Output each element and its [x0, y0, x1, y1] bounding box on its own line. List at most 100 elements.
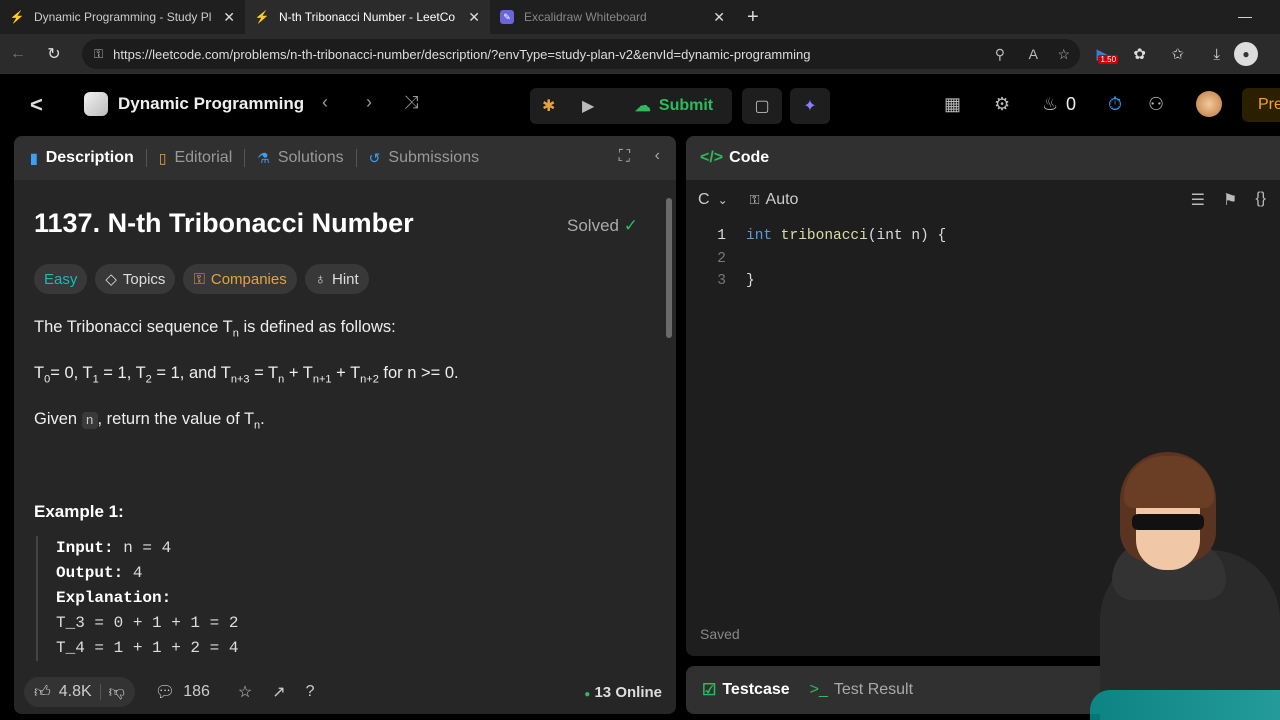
mode-label[interactable]: Auto: [766, 191, 799, 209]
streamer-avatar: [1080, 450, 1280, 720]
def-text: for n >= 0.: [378, 364, 459, 382]
collapse-panel-icon[interactable]: ‹: [655, 147, 660, 165]
browser-tab-active[interactable]: ⚡ N-th Tribonacci Number - LeetCo ✕: [245, 0, 490, 34]
def-text: +: [331, 364, 351, 382]
line-number: 3: [717, 273, 726, 289]
code-editor[interactable]: 1 int tribonacci(int n) { 2 3 }: [686, 228, 1280, 296]
profile-icon[interactable]: ●: [1234, 42, 1258, 66]
study-plan-title[interactable]: Dynamic Programming: [118, 94, 304, 114]
share-icon[interactable]: ↗: [272, 682, 285, 702]
notes-button[interactable]: ▢: [742, 88, 782, 124]
tab-description[interactable]: ▮ Description: [30, 149, 134, 167]
terminal-icon: >_: [809, 681, 828, 698]
tab-label: Test Result: [833, 681, 914, 698]
difficulty-label: Easy: [44, 270, 78, 288]
add-friend-icon[interactable]: ⚇: [1148, 94, 1164, 115]
hint-chip[interactable]: ♁ Hint: [304, 264, 369, 294]
like-dislike-group: 👍︎ 4.8K 👎︎: [24, 677, 135, 707]
like-divider: [99, 684, 101, 700]
timer-icon[interactable]: ⏱: [1108, 94, 1122, 115]
tab-solutions[interactable]: ⚗ Solutions: [257, 149, 343, 167]
user-avatar[interactable]: [1196, 91, 1222, 117]
leetcode-favicon-icon: ⚡: [9, 10, 25, 24]
ai-assist-button[interactable]: ✦: [790, 88, 830, 124]
favorite-star-icon[interactable]: ☆: [1057, 46, 1070, 63]
comment-count: 186: [183, 683, 210, 700]
description-scrollbar[interactable]: [666, 198, 672, 338]
output-label: Output:: [56, 564, 124, 582]
site-info-icon[interactable]: ⚿: [94, 47, 103, 62]
language-select[interactable]: C: [698, 191, 710, 209]
input-value: n = 4: [113, 539, 172, 557]
intro-text: The Tribonacci sequence T: [34, 318, 233, 336]
tab-submissions[interactable]: ↺ Submissions: [369, 149, 479, 167]
reload-icon[interactable]: ↻: [36, 44, 72, 64]
close-tab-icon[interactable]: ✕: [223, 9, 235, 26]
companies-chip[interactable]: ⚿ Companies: [183, 264, 297, 294]
tab-label: Submissions: [388, 149, 480, 166]
example-explanation-line: Explanation:: [56, 586, 238, 611]
thumbs-down-icon[interactable]: 👎︎: [109, 683, 125, 702]
keyword: int: [746, 228, 773, 244]
online-count: ● 13 Online: [584, 684, 662, 701]
streak-fire-icon[interactable]: ♨: [1042, 94, 1058, 115]
difficulty-badge: Easy: [34, 264, 88, 294]
thumbs-up-icon[interactable]: 👍︎: [34, 683, 51, 702]
minimize-icon[interactable]: —: [1238, 8, 1252, 24]
comments-button[interactable]: 💬︎ 186: [155, 682, 210, 702]
braces-icon[interactable]: {}: [1255, 190, 1266, 210]
tab-divider: [145, 149, 147, 167]
def-term: T: [220, 364, 231, 382]
bookmark-icon[interactable]: ⚑: [1223, 190, 1237, 210]
help-icon[interactable]: ?: [306, 683, 315, 701]
lightbulb-icon: ♁: [314, 270, 326, 288]
address-bar-row: ← ↻ ⚿ https://leetcode.com/problems/n-th…: [0, 34, 1280, 74]
chevron-down-icon[interactable]: ⌄: [718, 193, 728, 207]
tab-test-result[interactable]: >_ Test Result: [810, 681, 913, 699]
expand-icon[interactable]: ⛶: [619, 148, 630, 166]
topics-chip[interactable]: ◇ Topics: [95, 264, 176, 294]
read-aloud-icon[interactable]: A: [1029, 46, 1038, 62]
extensions-puzzle-icon[interactable]: ✿: [1133, 45, 1146, 63]
avatar-keyboard: [1090, 690, 1280, 720]
study-plan-icon: [84, 92, 108, 116]
close-tab-icon[interactable]: ✕: [713, 9, 725, 26]
prev-problem-icon[interactable]: ‹: [322, 92, 328, 113]
avatar-sunglasses: [1132, 514, 1204, 530]
check-circle-icon: ✓: [623, 216, 638, 235]
extension-badge: 1.50: [1098, 55, 1119, 64]
next-problem-icon[interactable]: ›: [366, 92, 372, 113]
extension-icon[interactable]: ▶1.50: [1096, 45, 1119, 64]
explanation-step: T_4 = 1 + 1 + 2 = 4: [56, 639, 239, 657]
downloads-icon[interactable]: ⤓: [1213, 46, 1220, 63]
zoom-icon[interactable]: ⚲: [995, 46, 1005, 63]
premium-button[interactable]: Pre: [1242, 88, 1280, 122]
format-icon[interactable]: ☰: [1191, 190, 1205, 210]
favorite-star-icon[interactable]: ☆: [238, 682, 252, 702]
browser-tab[interactable]: ⚡ Dynamic Programming - Study Pl ✕: [0, 0, 245, 34]
inline-code: n: [81, 412, 98, 429]
browser-tab[interactable]: ✎ Excalidraw Whiteboard ✕: [490, 0, 735, 34]
back-icon[interactable]: ←: [0, 45, 36, 63]
def-term: T: [135, 364, 146, 382]
comment-icon: 💬︎: [154, 684, 176, 701]
submit-button[interactable]: ☁ Submit: [616, 88, 732, 124]
problem-title[interactable]: 1137. N-th Tribonacci Number: [34, 208, 414, 239]
layout-icon[interactable]: ▦: [944, 94, 961, 115]
code-title: Code: [729, 149, 770, 166]
tab-editorial[interactable]: ▯ Editorial: [159, 149, 233, 167]
settings-gear-icon[interactable]: ⚙: [994, 94, 1010, 115]
run-icon[interactable]: ▶: [582, 96, 594, 116]
url-bar[interactable]: ⚿ https://leetcode.com/problems/n-th-tri…: [82, 39, 1080, 69]
new-tab-icon[interactable]: +: [747, 6, 759, 29]
favorites-icon[interactable]: ✩: [1171, 45, 1184, 63]
shuffle-icon[interactable]: ⤨: [404, 92, 418, 113]
saved-status: Saved: [700, 626, 740, 642]
close-tab-icon[interactable]: ✕: [468, 9, 480, 26]
leetcode-logo-icon[interactable]: <: [30, 92, 43, 118]
solved-label: Solved: [567, 216, 619, 235]
debug-icon[interactable]: ✱: [542, 96, 555, 116]
tab-testcase[interactable]: ☑ Testcase: [702, 680, 790, 700]
browser-tab-title: N-th Tribonacci Number - LeetCo: [279, 10, 456, 24]
explanation-step: T_3 = 0 + 1 + 1 = 2: [56, 614, 239, 632]
